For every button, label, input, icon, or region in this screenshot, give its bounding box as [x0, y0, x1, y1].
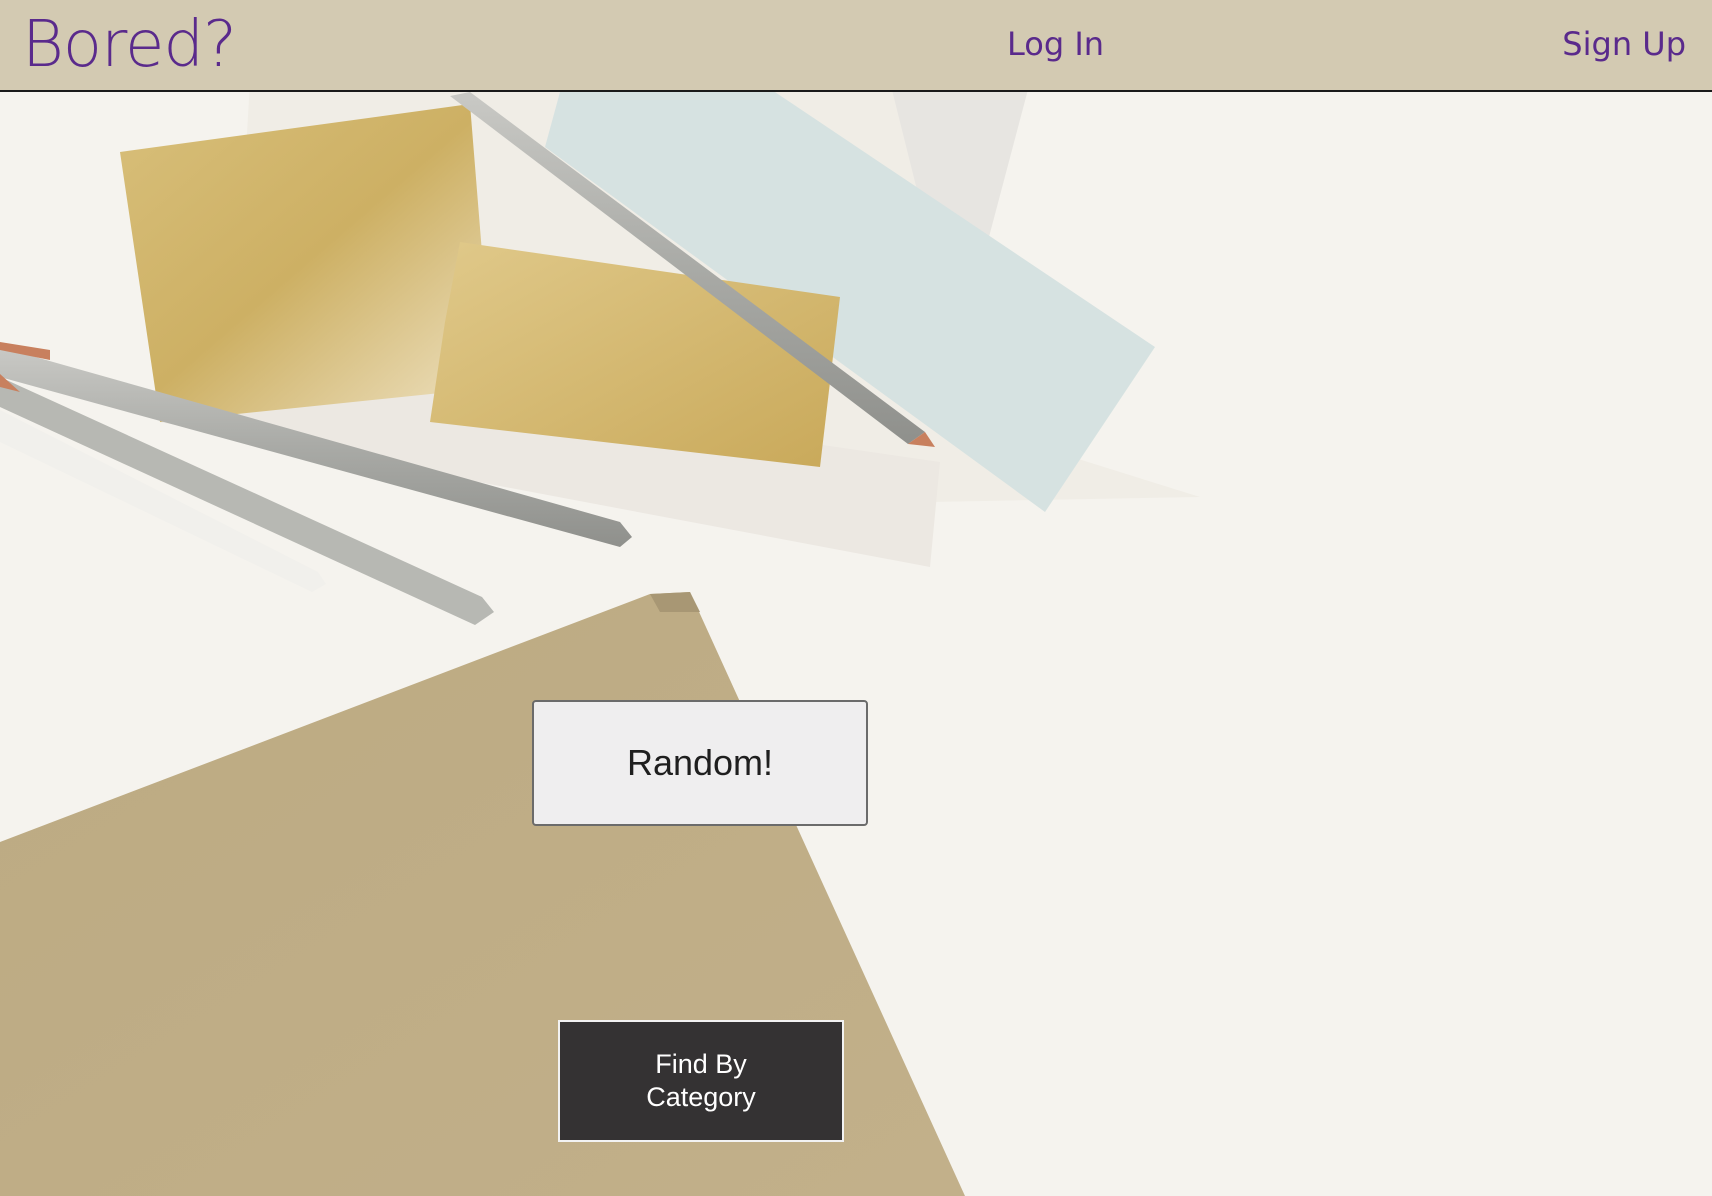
login-link[interactable]: Log In	[1007, 24, 1104, 64]
find-by-category-button[interactable]: Find By Category	[558, 1020, 844, 1142]
background-illustration	[0, 92, 1712, 1196]
signup-link[interactable]: Sign Up	[1562, 24, 1686, 64]
background-image	[0, 92, 1712, 1196]
brand-logo-text[interactable]: Bored?	[22, 6, 237, 84]
page: Bored? Log In Sign Up Random! Find By Ca…	[0, 0, 1712, 1196]
random-button[interactable]: Random!	[532, 700, 868, 826]
top-nav-bar: Bored? Log In Sign Up	[0, 0, 1712, 92]
